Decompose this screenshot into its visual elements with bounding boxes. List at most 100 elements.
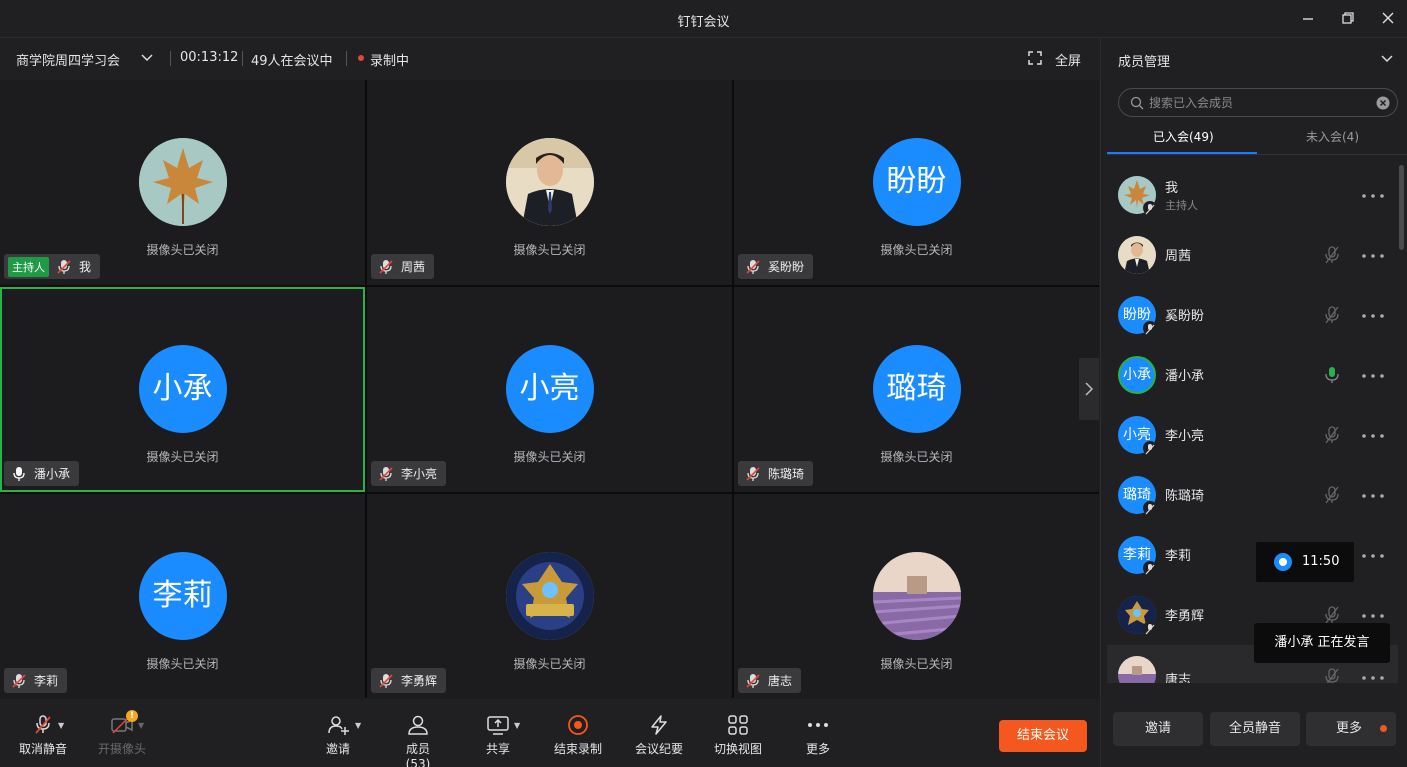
minutes-button[interactable]: 会议纪要 xyxy=(634,714,684,757)
mic-muted-icon xyxy=(1143,501,1157,515)
mic-muted-icon xyxy=(1143,561,1157,575)
avatar xyxy=(505,138,594,226)
end-meeting-button[interactable]: 结束会议 xyxy=(999,720,1087,752)
record-dot-icon xyxy=(1274,553,1292,571)
name-tag: 李莉 xyxy=(4,668,68,693)
title-bar: 钉钉会议 xyxy=(0,0,1407,38)
panel-more-button[interactable]: 更多 xyxy=(1306,712,1396,746)
name-tag: 唐志 xyxy=(738,668,802,693)
search-box[interactable] xyxy=(1118,88,1398,117)
mic-muted-icon xyxy=(12,673,26,688)
name-tag: 李勇辉 xyxy=(371,668,447,693)
member-row[interactable]: 小承 潘小承 xyxy=(1107,345,1398,405)
video-tile[interactable]: 璐琦 摄像头已关闭 陈璐琦 xyxy=(734,287,1099,492)
video-tile[interactable]: 小亮 摄像头已关闭 李小亮 xyxy=(367,287,732,492)
meeting-info-bar: 商学院周四学习会 00:13:12 49人在会议中 录制中 全屏 xyxy=(0,38,1099,78)
more-dots-icon[interactable] xyxy=(1361,254,1385,258)
mic-muted-icon xyxy=(379,466,393,481)
member-name: 周茜 xyxy=(1165,249,1192,264)
video-tile[interactable]: 摄像头已关闭 周茜 xyxy=(367,80,732,285)
fullscreen-button[interactable]: 全屏 xyxy=(1055,50,1081,69)
avatar: 小承 xyxy=(138,345,227,433)
more-dots-icon[interactable] xyxy=(1361,494,1385,498)
share-button[interactable]: 共享 xyxy=(484,714,512,757)
video-tile[interactable]: 摄像头已关闭 主持人 我 xyxy=(0,80,365,285)
video-tile[interactable]: 盼盼 摄像头已关闭 奚盼盼 xyxy=(734,80,1099,285)
member-name: 我 xyxy=(1165,181,1179,196)
divider xyxy=(170,51,171,66)
close-icon[interactable] xyxy=(1380,10,1396,26)
divider xyxy=(1107,154,1407,155)
mic-icon xyxy=(13,466,25,481)
more-dots-icon[interactable] xyxy=(1361,434,1385,438)
more-button[interactable]: 更多 xyxy=(805,714,831,757)
participant-name: 我 xyxy=(79,260,92,274)
more-dots-icon xyxy=(808,723,828,727)
member-row[interactable]: 璐琦 陈璐琦 xyxy=(1107,465,1398,525)
tab-not-joined[interactable]: 未入会(4) xyxy=(1306,128,1359,145)
caret-down-icon[interactable]: ▼ xyxy=(514,721,520,730)
mute-all-button[interactable]: 全员静音 xyxy=(1210,712,1300,746)
restore-icon[interactable] xyxy=(1340,10,1356,26)
chevron-down-icon[interactable] xyxy=(140,53,154,63)
member-row[interactable]: 小亮 李小亮 xyxy=(1107,405,1398,465)
stop-recording-button[interactable]: 结束录制 xyxy=(553,714,603,757)
video-tile-active-speaker[interactable]: 小承 摄像头已关闭 潘小承 xyxy=(0,287,365,492)
mic-muted-icon[interactable] xyxy=(1322,485,1342,505)
more-dots-icon[interactable] xyxy=(1361,194,1385,198)
invite-button[interactable]: 邀请 xyxy=(1113,712,1203,746)
chevron-down-icon[interactable] xyxy=(1380,54,1394,64)
divider xyxy=(346,51,347,66)
member-row[interactable]: 盼盼 奚盼盼 xyxy=(1107,285,1398,345)
mic-muted-icon[interactable] xyxy=(1322,605,1342,625)
more-dots-icon[interactable] xyxy=(1361,676,1385,680)
caret-down-icon[interactable]: ▼ xyxy=(355,721,361,730)
member-row[interactable]: 李莉 李莉 xyxy=(1107,525,1398,585)
mic-muted-icon[interactable] xyxy=(1322,245,1342,265)
caret-down-icon[interactable]: ▼ xyxy=(138,721,144,730)
mic-active-icon[interactable] xyxy=(1322,365,1342,385)
avatar: 小承 xyxy=(1118,356,1156,394)
member-row[interactable]: 周茜 xyxy=(1107,225,1398,285)
search-input[interactable] xyxy=(1149,94,1369,112)
mic-muted-icon[interactable] xyxy=(1322,667,1342,683)
avatar: 璐琦 xyxy=(872,345,961,433)
minimize-icon[interactable] xyxy=(1300,10,1316,26)
mic-muted-icon[interactable] xyxy=(1322,305,1342,325)
more-dots-icon[interactable] xyxy=(1361,314,1385,318)
participant-name: 唐志 xyxy=(768,674,793,688)
more-dots-icon[interactable] xyxy=(1361,374,1385,378)
tab-joined[interactable]: 已入会(49) xyxy=(1153,128,1214,145)
meeting-name[interactable]: 商学院周四学习会 xyxy=(16,50,120,69)
member-name: 李莉 xyxy=(1165,549,1192,564)
mic-muted-icon xyxy=(1143,321,1157,335)
more-dots-icon[interactable] xyxy=(1361,554,1385,558)
participant-name: 陈璐琦 xyxy=(768,467,805,481)
caret-down-icon[interactable]: ▼ xyxy=(58,721,64,730)
host-badge: 主持人 xyxy=(8,256,49,277)
more-dots-icon[interactable] xyxy=(1361,614,1385,618)
member-row[interactable]: 我 主持人 xyxy=(1107,165,1398,225)
next-page-button[interactable] xyxy=(1079,358,1099,420)
video-tile[interactable]: 摄像头已关闭 李勇辉 xyxy=(367,494,732,699)
switch-view-button[interactable]: 切换视图 xyxy=(713,714,763,757)
clear-icon[interactable] xyxy=(1376,96,1390,110)
minutes-label: 会议纪要 xyxy=(634,742,683,756)
mic-muted-icon[interactable] xyxy=(1322,425,1342,445)
video-tile[interactable]: 李莉 摄像头已关闭 李莉 xyxy=(0,494,365,699)
video-tile[interactable]: 摄像头已关闭 唐志 xyxy=(734,494,1099,699)
divider xyxy=(242,51,243,66)
fullscreen-icon[interactable] xyxy=(1028,51,1042,65)
avatar: 李莉 xyxy=(138,552,227,640)
avatar xyxy=(1118,236,1156,274)
chevron-right-icon xyxy=(1085,382,1094,396)
member-role: 主持人 xyxy=(1165,199,1198,212)
mic-muted-icon xyxy=(35,715,51,734)
timer-popup[interactable]: 11:50 xyxy=(1256,542,1354,582)
members-button[interactable]: 成员(53) xyxy=(394,714,442,767)
unmute-label: 取消静音 xyxy=(18,742,67,756)
scrollbar[interactable] xyxy=(1399,165,1404,250)
participant-name: 李勇辉 xyxy=(401,674,438,688)
mic-muted-icon xyxy=(746,259,760,274)
invite-button[interactable]: 邀请 xyxy=(324,714,352,757)
